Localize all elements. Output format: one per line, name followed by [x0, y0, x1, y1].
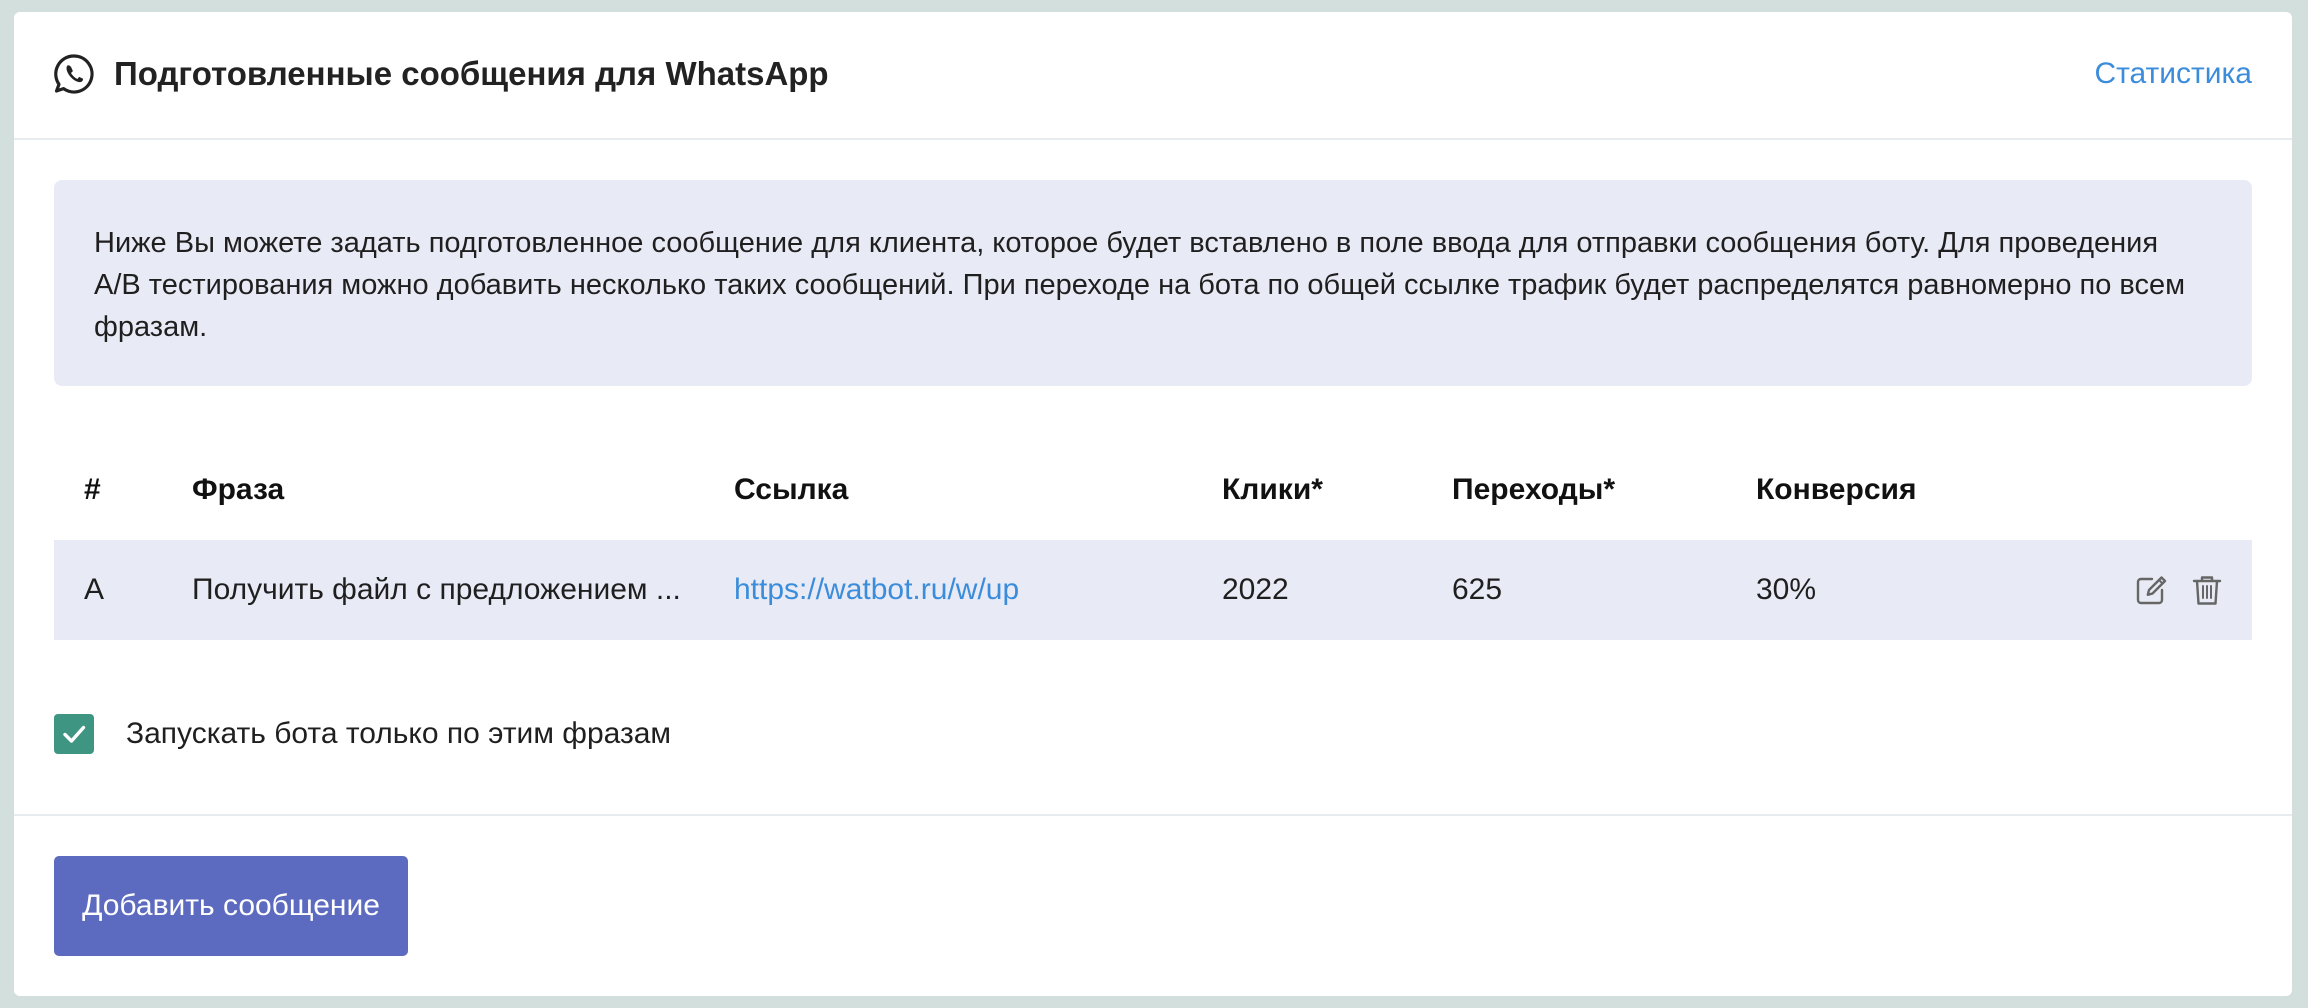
column-header-transitions: Переходы* [1452, 473, 1616, 506]
column-header-clicks: Клики* [1222, 473, 1323, 506]
table-row: A Получить файл с предложением ... https… [54, 540, 2252, 640]
page-title: Подготовленные сообщения для WhatsApp [114, 55, 829, 92]
card-header: Подготовленные сообщения для WhatsApp Ст… [14, 12, 2292, 140]
check-icon [63, 725, 86, 743]
row-link[interactable]: https://watbot.ru/w/up [734, 540, 1019, 640]
whatsapp-icon [54, 54, 94, 94]
row-transitions: 625 [1452, 573, 1503, 606]
column-header-number: # [84, 473, 101, 506]
edit-icon[interactable] [2134, 573, 2168, 607]
row-actions [2134, 540, 2224, 640]
column-header-conversion: Конверсия [1756, 473, 1917, 506]
footer-divider [14, 814, 2292, 816]
row-number: A [84, 573, 105, 606]
info-panel: Ниже Вы можете задать подготовленное соо… [54, 180, 2252, 386]
info-text: Ниже Вы можете задать подготовленное соо… [94, 227, 2186, 343]
phrases-only-label: Запускать бота только по этим фразам [126, 717, 672, 750]
row-conversion: 30% [1756, 573, 1817, 606]
column-header-link: Ссылка [734, 473, 849, 506]
row-phrase: Получить файл с предложением ... [192, 573, 681, 606]
phrases-only-option[interactable]: Запускать бота только по этим фразам [54, 714, 671, 754]
add-message-button[interactable]: Добавить сообщение [54, 856, 408, 956]
table-header: # Фраза Ссылка Клики* Переходы* Конверси… [54, 462, 2252, 518]
row-clicks: 2022 [1222, 573, 1289, 606]
column-header-phrase: Фраза [192, 473, 285, 506]
phrases-only-checkbox[interactable] [54, 714, 94, 754]
prepared-messages-card: Подготовленные сообщения для WhatsApp Ст… [14, 12, 2292, 996]
trash-icon[interactable] [2190, 573, 2224, 607]
statistics-link[interactable]: Статистика [2094, 52, 2252, 96]
